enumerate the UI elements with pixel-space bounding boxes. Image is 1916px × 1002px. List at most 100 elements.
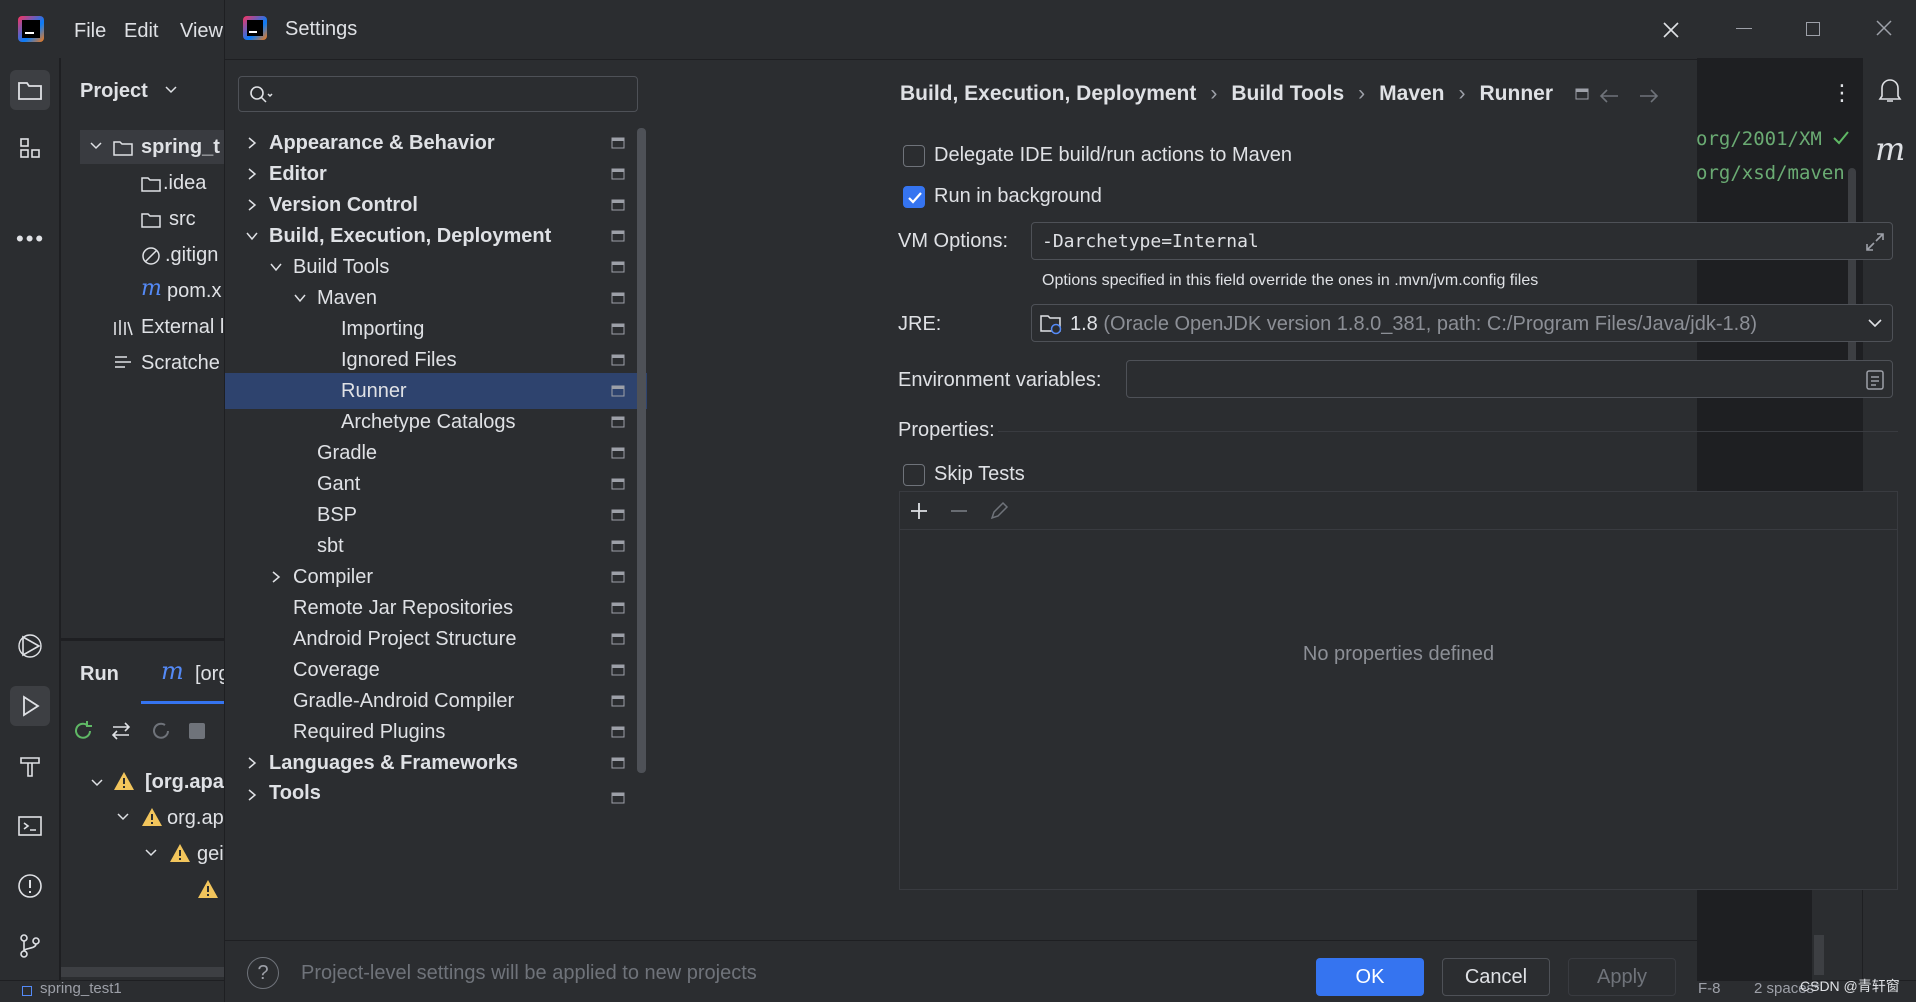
delegate-label[interactable]: Delegate IDE build/run actions to Maven [934, 144, 1292, 167]
chevron-down-icon[interactable] [269, 260, 283, 274]
breadcrumb-item[interactable]: Maven [1379, 82, 1444, 106]
services-tool-icon[interactable] [10, 626, 50, 666]
tree-root[interactable]: spring_t [141, 136, 220, 159]
intellij-logo-icon [18, 16, 44, 42]
left-tool-strip: ••• [0, 58, 60, 1002]
nav-label: Required Plugins [293, 720, 446, 743]
env-vars-field[interactable] [1126, 360, 1893, 398]
remove-icon[interactable] [948, 500, 970, 522]
breadcrumb-separator: › [1358, 82, 1366, 105]
run-in-background-checkbox[interactable] [903, 186, 925, 208]
project-level-icon [611, 199, 625, 211]
git-tool-icon[interactable] [10, 926, 50, 966]
project-level-icon [611, 261, 625, 273]
chevron-right-icon[interactable] [245, 167, 259, 181]
more-tools-icon[interactable]: ••• [16, 226, 45, 252]
nav-label: Languages & Frameworks [269, 751, 518, 774]
project-header[interactable]: Project [80, 80, 148, 103]
close-icon[interactable] [1661, 20, 1681, 40]
chevron-right-icon[interactable] [245, 788, 259, 802]
ok-button[interactable]: OK [1316, 958, 1424, 996]
edit-pencil-icon[interactable] [988, 500, 1010, 522]
tree-src[interactable]: src [169, 208, 196, 231]
vm-options-field[interactable]: -Darchetype=Internal [1031, 222, 1893, 260]
run-tab[interactable]: Run [80, 663, 119, 686]
jre-dropdown[interactable]: 1.8 (Oracle OpenJDK version 1.8.0_381, p… [1031, 304, 1893, 342]
breadcrumb-item[interactable]: Build Tools [1231, 82, 1344, 106]
horizontal-scrollbar[interactable] [61, 967, 224, 977]
chevron-right-icon[interactable] [269, 570, 283, 584]
window-close-icon[interactable] [1874, 18, 1894, 38]
edit-list-icon[interactable] [1865, 369, 1885, 391]
editor-more-icon[interactable]: ⋮ [1831, 80, 1853, 106]
notifications-bell-icon[interactable] [1877, 76, 1903, 104]
maven-tool-icon[interactable]: m [1875, 130, 1905, 168]
status-project[interactable]: spring_test1 [40, 980, 122, 997]
chevron-down-icon[interactable] [245, 229, 259, 243]
nav-label: Ignored Files [341, 348, 457, 371]
chevron-down-icon[interactable] [1868, 319, 1882, 328]
chevron-down-icon[interactable] [117, 813, 129, 821]
chevron-down-icon[interactable] [91, 779, 103, 787]
minimize-icon[interactable] [1736, 28, 1752, 29]
help-icon[interactable]: ? [247, 957, 279, 989]
settings-nav-tree: Appearance & Behavior Editor Version Con… [225, 60, 647, 940]
project-level-icon [611, 292, 625, 304]
tree-scratches[interactable]: Scratche [141, 352, 220, 375]
stop-icon[interactable] [189, 723, 205, 739]
jre-value[interactable]: 1.8 (Oracle OpenJDK version 1.8.0_381, p… [1070, 313, 1757, 336]
project-level-icon [611, 447, 625, 459]
chevron-right-icon[interactable] [245, 136, 259, 150]
console-scrollbar[interactable] [1814, 935, 1824, 975]
tree-gitignore[interactable]: .gitign [165, 244, 218, 267]
settings-sidebar: Appearance & Behavior Editor Version Con… [225, 60, 647, 940]
maven-icon: m [161, 657, 184, 685]
check-icon [1832, 130, 1850, 146]
build-tool-icon[interactable] [10, 746, 50, 786]
back-arrow-icon[interactable] [1598, 88, 1620, 104]
chevron-down-icon[interactable] [293, 291, 307, 305]
skip-tests-label[interactable]: Skip Tests [934, 463, 1025, 486]
run-tool-icon[interactable] [10, 686, 50, 726]
chevron-down-icon[interactable] [90, 142, 102, 150]
structure-tool-icon[interactable] [10, 128, 50, 168]
tree-pom[interactable]: pom.x [167, 280, 221, 303]
cancel-button[interactable]: Cancel [1442, 958, 1550, 996]
breadcrumb-item[interactable]: Build, Execution, Deployment [900, 82, 1196, 106]
chevron-down-icon[interactable] [165, 86, 177, 94]
chevron-right-icon[interactable] [245, 198, 259, 212]
tree-idea[interactable]: .idea [163, 172, 206, 195]
expand-icon[interactable] [1864, 231, 1886, 253]
toggle-offline-icon[interactable] [109, 719, 133, 743]
project-level-icon [611, 633, 625, 645]
sidebar-scrollbar[interactable] [637, 128, 646, 773]
forward-arrow-icon[interactable] [1638, 88, 1660, 104]
terminal-tool-icon[interactable] [10, 806, 50, 846]
warning-icon [113, 771, 135, 791]
add-icon[interactable] [908, 500, 930, 522]
skip-tests-checkbox[interactable] [903, 464, 925, 486]
menu-view[interactable]: View [180, 20, 223, 43]
warning-icon [197, 879, 219, 899]
problems-tool-icon[interactable] [10, 866, 50, 906]
run-row[interactable]: [org.apa [145, 771, 224, 794]
apply-button[interactable]: Apply [1568, 958, 1676, 996]
nav-tools[interactable]: Tools [225, 776, 647, 806]
menu-file[interactable]: File [74, 20, 106, 43]
chevron-down-icon[interactable] [145, 849, 157, 857]
vm-options-value[interactable]: -Darchetype=Internal [1042, 231, 1259, 252]
run-in-background-label[interactable]: Run in background [934, 185, 1102, 208]
restore-icon[interactable] [1806, 22, 1820, 36]
delegate-checkbox[interactable] [903, 145, 925, 167]
tree-external[interactable]: External l [141, 316, 224, 339]
chevron-right-icon[interactable] [245, 756, 259, 770]
rerun-icon[interactable] [71, 719, 95, 743]
run-row[interactable]: gei [197, 843, 224, 866]
status-encoding[interactable]: F-8 [1698, 980, 1721, 997]
project-level-icon [611, 137, 625, 149]
project-tool-icon[interactable] [10, 70, 50, 110]
menu-edit[interactable]: Edit [124, 20, 158, 43]
run-row[interactable]: org.ap [167, 807, 224, 830]
run-panel: Run m [org [org.apa org.ap gei [61, 640, 229, 980]
rerun-failed-icon[interactable] [149, 719, 173, 743]
